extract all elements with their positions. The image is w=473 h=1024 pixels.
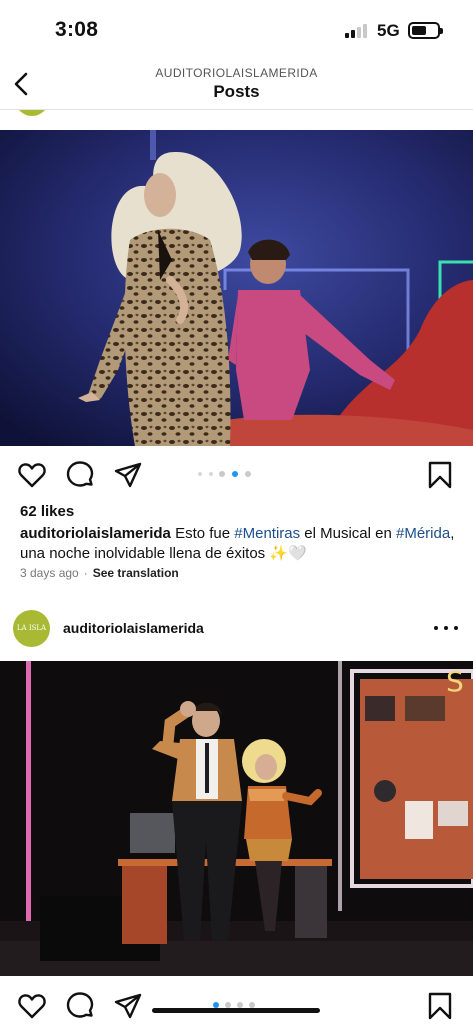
signal-icon: [345, 24, 371, 38]
post-2-actions: [0, 986, 473, 1024]
carousel-indicator: [198, 471, 258, 479]
caption-username[interactable]: auditoriolaislamerida: [20, 525, 171, 542]
status-time: 3:08: [55, 18, 99, 41]
network-label: 5G: [377, 21, 400, 40]
heart-icon[interactable]: [16, 459, 48, 491]
more-icon[interactable]: [432, 616, 460, 640]
hashtag-merida[interactable]: #Mérida: [396, 525, 450, 542]
meta-separator: ·: [83, 566, 88, 580]
caption-text: Esto fue: [175, 525, 235, 542]
comment-icon[interactable]: [64, 990, 96, 1022]
home-indicator[interactable]: [152, 1008, 320, 1013]
heart-icon[interactable]: [16, 990, 48, 1022]
bookmark-icon[interactable]: [424, 990, 456, 1022]
bookmark-icon[interactable]: [424, 459, 456, 491]
post-photo-2[interactable]: S: [0, 661, 473, 976]
hashtag-mentiras[interactable]: #Mentiras: [234, 525, 300, 542]
share-icon[interactable]: [112, 990, 144, 1022]
post-meta: 3 days ago · See translation: [20, 566, 179, 580]
see-translation-link[interactable]: See translation: [93, 566, 179, 580]
nav-header: AUDITORIOLAISLAMERIDA Posts: [0, 62, 473, 110]
status-bar: 3:08 5G: [0, 0, 473, 62]
post-photo-1[interactable]: [0, 130, 473, 446]
nav-account-name: AUDITORIOLAISLAMERIDA: [155, 66, 318, 80]
post-username[interactable]: auditoriolaislamerida: [63, 620, 204, 636]
post-1-actions: [0, 455, 473, 495]
avatar[interactable]: LA ISLA: [13, 610, 50, 647]
caption-text: el Musical en: [300, 525, 396, 542]
battery-icon: [408, 22, 443, 39]
share-icon[interactable]: [112, 459, 144, 491]
likes-count[interactable]: 62 likes: [20, 503, 74, 520]
post-caption: auditoriolaislamerida Esto fue #Mentiras…: [20, 524, 460, 564]
page-title: Posts: [213, 82, 260, 101]
post-2-header: LA ISLA auditoriolaislamerida: [0, 606, 473, 650]
post-timestamp: 3 days ago: [20, 566, 79, 580]
comment-icon[interactable]: [64, 459, 96, 491]
svg-text:S: S: [446, 665, 464, 698]
